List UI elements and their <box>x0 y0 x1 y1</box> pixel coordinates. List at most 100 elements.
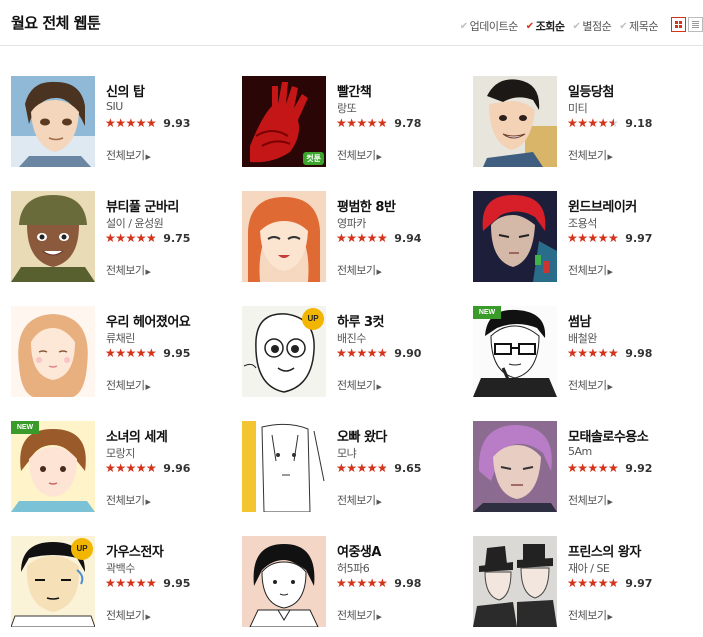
view-all-link[interactable]: 전체보기▶ <box>337 262 382 278</box>
webtoon-thumbnail[interactable]: UP <box>242 306 326 397</box>
webtoon-title[interactable]: 가우스전자 <box>106 541 164 560</box>
list-view-button[interactable] <box>688 17 703 32</box>
webtoon-title[interactable]: 썸남 <box>568 311 591 330</box>
webtoon-thumbnail[interactable]: 컷툰 <box>242 76 326 167</box>
webtoon-thumbnail[interactable] <box>11 76 95 167</box>
webtoon-title[interactable]: 윈드브레이커 <box>568 196 637 215</box>
star-rating-icon: ★★★★★ ★★★★★ <box>336 116 388 130</box>
webtoon-author: 곽백수 <box>106 562 135 575</box>
webtoon-title[interactable]: 여중생A <box>337 541 381 560</box>
arrow-right-icon: ▶ <box>145 153 151 161</box>
webtoon-card[interactable]: 신의 탑 SIU ★★★★★ ★★★★★ 9.93 전체보기▶ <box>11 76 242 167</box>
view-all-link[interactable]: 전체보기▶ <box>106 607 151 623</box>
view-all-link[interactable]: 전체보기▶ <box>106 492 151 508</box>
grid-view-icon <box>675 21 682 28</box>
prince-thumbnail-image <box>473 536 557 627</box>
webtoon-card[interactable]: 모태솔로수용소 5Am ★★★★★ ★★★★★ 9.92 전체보기▶ <box>473 421 703 512</box>
webtoon-card[interactable]: 여중생A 허5파6 ★★★★★ ★★★★★ 9.98 전체보기▶ <box>242 536 473 627</box>
webtoon-title[interactable]: 빨간책 <box>337 81 372 100</box>
view-all-link[interactable]: 전체보기▶ <box>568 262 613 278</box>
star-rating-icon: ★★★★★ ★★★★★ <box>105 116 157 130</box>
star-rating-icon: ★★★★★ ★★★★★ <box>567 346 619 360</box>
webtoon-thumbnail[interactable] <box>242 421 326 512</box>
webtoon-title[interactable]: 모태솔로수용소 <box>568 426 649 445</box>
webtoon-thumbnail[interactable] <box>242 536 326 627</box>
webtoon-title[interactable]: 뷰티풀 군바리 <box>106 196 179 215</box>
view-all-link[interactable]: 전체보기▶ <box>568 492 613 508</box>
rating: ★★★★★ ★★★★★ 9.95 <box>105 346 190 360</box>
webtoon-title[interactable]: 일등당첨 <box>568 81 614 100</box>
webtoon-thumbnail[interactable] <box>473 421 557 512</box>
view-all-link[interactable]: 전체보기▶ <box>568 377 613 393</box>
up-badge: UP <box>71 538 93 560</box>
view-all-link[interactable]: 전체보기▶ <box>106 262 151 278</box>
rating-score: 9.96 <box>163 461 191 475</box>
webtoon-title[interactable]: 평범한 8반 <box>337 196 396 215</box>
view-all-link[interactable]: 전체보기▶ <box>337 492 382 508</box>
view-all-link[interactable]: 전체보기▶ <box>106 147 151 163</box>
star-rating-icon: ★★★★★ ★★★★★ <box>567 231 619 245</box>
redhair-thumbnail-image <box>473 191 557 282</box>
webtoon-title[interactable]: 우리 헤어졌어요 <box>106 311 191 330</box>
webtoon-title[interactable]: 신의 탑 <box>106 81 145 100</box>
webtoon-card[interactable]: 오빠 왔다 모냐 ★★★★★ ★★★★★ 9.65 전체보기▶ <box>242 421 473 512</box>
webtoon-card[interactable]: 우리 헤어졌어요 류채린 ★★★★★ ★★★★★ 9.95 전체보기▶ <box>11 306 242 397</box>
star-rating-icon: ★★★★★ ★★★★★ <box>105 576 157 590</box>
webtoon-card[interactable]: NEW 썸남 배철완 ★★★★★ ★★★★★ 9.98 전체보기▶ <box>473 306 703 397</box>
webtoon-author: 배철완 <box>568 332 597 345</box>
webtoon-thumbnail[interactable] <box>473 76 557 167</box>
sort-by-rating[interactable]: ✔ 별점순 <box>572 18 611 34</box>
star-rating-icon: ★★★★★ ★★★★★ <box>336 576 388 590</box>
webtoon-author: 배진수 <box>337 332 366 345</box>
webtoon-card[interactable]: 일등당첨 미티 ★★★★★ ★★★★★ 9.18 전체보기▶ <box>473 76 703 167</box>
webtoon-card[interactable]: 윈드브레이커 조용석 ★★★★★ ★★★★★ 9.97 전체보기▶ <box>473 191 703 282</box>
rating: ★★★★★ ★★★★★ 9.92 <box>567 461 652 475</box>
webtoon-thumbnail[interactable] <box>242 191 326 282</box>
webtoon-card[interactable]: 프린스의 왕자 재아 / SE ★★★★★ ★★★★★ 9.97 전체보기▶ <box>473 536 703 627</box>
rating: ★★★★★ ★★★★★ 9.95 <box>105 576 190 590</box>
rating-score: 9.95 <box>163 576 191 590</box>
webtoon-author: 모냐 <box>337 447 357 460</box>
webtoon-thumbnail[interactable] <box>473 191 557 282</box>
webtoon-card[interactable]: UP 가우스전자 곽백수 ★★★★★ ★★★★★ 9.95 전체보기▶ <box>11 536 242 627</box>
sort-by-views[interactable]: ✔ 조회순 <box>526 18 565 34</box>
arrow-right-icon: ▶ <box>607 498 613 506</box>
view-all-link[interactable]: 전체보기▶ <box>568 147 613 163</box>
webtoon-thumbnail[interactable]: UP <box>11 536 95 627</box>
sort-by-title[interactable]: ✔ 제목순 <box>619 18 658 34</box>
webtoon-title[interactable]: 하루 3컷 <box>337 311 384 330</box>
webtoon-card[interactable]: 뷰티풀 군바리 설이 / 윤성원 ★★★★★ ★★★★★ 9.75 전체보기▶ <box>11 191 242 282</box>
star-rating-icon: ★★★★★ ★★★★★ <box>336 346 388 360</box>
webtoon-thumbnail[interactable]: NEW <box>11 421 95 512</box>
view-all-link[interactable]: 전체보기▶ <box>337 377 382 393</box>
sort-by-update[interactable]: ✔ 업데이트순 <box>460 18 519 34</box>
view-all-link[interactable]: 전체보기▶ <box>337 607 382 623</box>
webtoon-thumbnail[interactable] <box>11 191 95 282</box>
girlorange-thumbnail-image <box>242 191 326 282</box>
arrow-right-icon: ▶ <box>376 268 382 276</box>
webtoon-thumbnail[interactable] <box>473 536 557 627</box>
new-badge: NEW <box>473 306 501 319</box>
webtoon-thumbnail[interactable]: NEW <box>473 306 557 397</box>
arrow-right-icon: ▶ <box>145 268 151 276</box>
webtoon-title[interactable]: 프린스의 왕자 <box>568 541 641 560</box>
view-all-link[interactable]: 전체보기▶ <box>337 147 382 163</box>
webtoon-card[interactable]: NEW 소녀의 세계 모랑지 ★★★★★ ★★★★★ 9.96 전체보기▶ <box>11 421 242 512</box>
sketch-thumbnail-image <box>242 421 326 512</box>
star-rating-icon: ★★★★★ ★★★★★ <box>336 231 388 245</box>
rating: ★★★★★ ★★★★★ 9.75 <box>105 231 190 245</box>
grid-view-button[interactable] <box>671 17 686 32</box>
webtoon-card[interactable]: 평범한 8반 영파카 ★★★★★ ★★★★★ 9.94 전체보기▶ <box>242 191 473 282</box>
purplehair-thumbnail-image <box>473 421 557 512</box>
arrow-right-icon: ▶ <box>376 153 382 161</box>
view-all-link[interactable]: 전체보기▶ <box>568 607 613 623</box>
webtoon-title[interactable]: 오빠 왔다 <box>337 426 387 445</box>
webtoon-card[interactable]: UP 하루 3컷 배진수 ★★★★★ ★★★★★ 9.90 전체보기▶ <box>242 306 473 397</box>
view-all-link[interactable]: 전체보기▶ <box>106 377 151 393</box>
webtoon-card[interactable]: 컷툰 빨간책 랑또 ★★★★★ ★★★★★ 9.78 전체보기▶ <box>242 76 473 167</box>
webtoon-title[interactable]: 소녀의 세계 <box>106 426 168 445</box>
rating-score: 9.93 <box>163 116 191 130</box>
webtoon-thumbnail[interactable] <box>11 306 95 397</box>
rating: ★★★★★ ★★★★★ 9.90 <box>336 346 421 360</box>
rating: ★★★★★ ★★★★★ 9.94 <box>336 231 421 245</box>
